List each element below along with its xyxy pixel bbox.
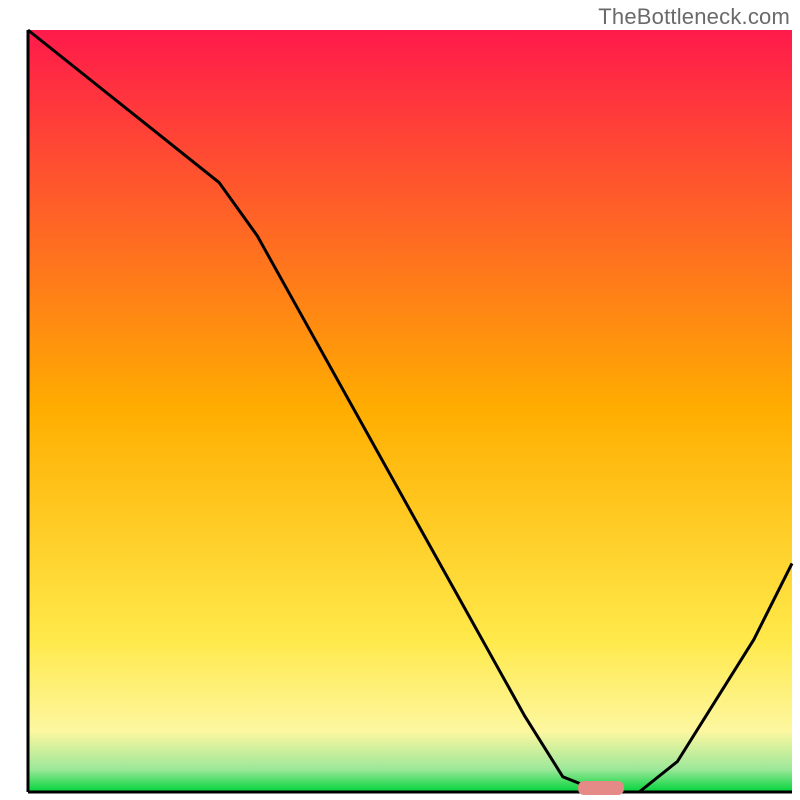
plot-background [28,30,792,792]
chart-container: TheBottleneck.com [0,0,800,800]
chart-svg [0,0,800,800]
optimal-zone-marker [578,781,624,795]
